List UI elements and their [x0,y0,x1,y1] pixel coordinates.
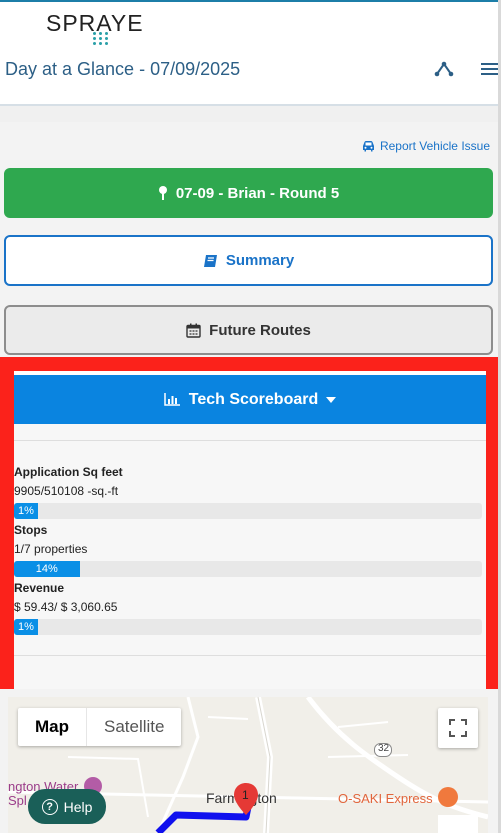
tech-scoreboard-title: Tech Scoreboard [188,390,319,408]
progress-bar: 1% [14,619,482,635]
app-header: SPRAYE Day at a Glance - 07/09/2025 [0,0,501,106]
summary-button[interactable]: Summary [4,235,493,286]
restaurant-icon [438,787,458,807]
header-accent-line [0,0,501,2]
road-number-label: 32 [378,743,390,754]
main-content: Report Vehicle Issue 07-09 - Brian - Rou… [0,122,500,833]
metric-value: 1/7 properties [14,542,88,556]
report-vehicle-issue-link[interactable]: Report Vehicle Issue [361,139,490,153]
metric-revenue: Revenue $ 59.43/ $ 3,060.65 1% [14,581,486,635]
progress-fill: 1% [14,619,38,635]
summary-button-label: Summary [225,252,295,269]
progress-fill: 1% [14,503,38,519]
metric-value: 9905/510108 -sq.-ft [14,484,119,498]
caret-down-icon [326,396,337,403]
divider [14,655,486,656]
help-button[interactable]: ? Help [28,789,106,824]
route-map[interactable]: Map Satellite 32 ngton Water Spl Farming… [8,697,488,833]
book-icon [203,254,217,267]
route-shield: 32 [374,743,392,760]
help-label: Help [63,798,93,815]
route-network-icon[interactable] [433,60,455,83]
route-stop-number: 1 [242,788,249,802]
metric-stops: Stops 1/7 properties 14% [14,523,486,577]
metric-value: $ 59.43/ $ 3,060.65 [14,600,118,614]
future-routes-button[interactable]: Future Routes [4,305,493,355]
map-place-label-2: Spl [8,793,27,808]
progress-fill: 14% [14,561,80,577]
route-stop-marker[interactable]: 1 [234,783,258,824]
divider [14,440,486,441]
hamburger-menu-icon[interactable] [480,60,498,83]
page-title: Day at a Glance - 07/09/2025 [5,59,241,79]
bar-chart-icon [163,393,180,406]
map-pin-icon [158,186,167,200]
question-icon: ? [41,798,58,815]
fullscreen-icon[interactable] [438,708,478,748]
map-tab-map[interactable]: Map [18,708,87,746]
tech-scoreboard-highlight: Tech Scoreboard Application Sq feet 9905… [0,357,500,689]
metric-application-sq-feet: Application Sq feet 9905/510108 -sq.-ft … [14,465,486,519]
route-button[interactable]: 07-09 - Brian - Round 5 [4,168,493,218]
map-type-toggle: Map Satellite [18,708,182,746]
logo-spray-dots-icon [92,32,110,46]
route-button-label: 07-09 - Brian - Round 5 [175,184,340,202]
future-routes-button-label: Future Routes [209,321,311,339]
car-icon [362,141,374,152]
metric-label: Stops [14,523,48,537]
progress-bar: 14% [14,561,482,577]
map-tab-satellite[interactable]: Satellite [87,708,181,746]
metric-label: Revenue [14,581,65,595]
calendar-icon [186,323,201,338]
progress-bar: 1% [14,503,482,519]
metric-label: Application Sq feet [14,465,123,479]
tech-scoreboard-toggle[interactable]: Tech Scoreboard [14,375,486,424]
report-vehicle-issue-label: Report Vehicle Issue [379,139,490,153]
map-business-label: O-SAKI Express [338,791,433,806]
scoreboard-body: Application Sq feet 9905/510108 -sq.-ft … [14,424,486,689]
